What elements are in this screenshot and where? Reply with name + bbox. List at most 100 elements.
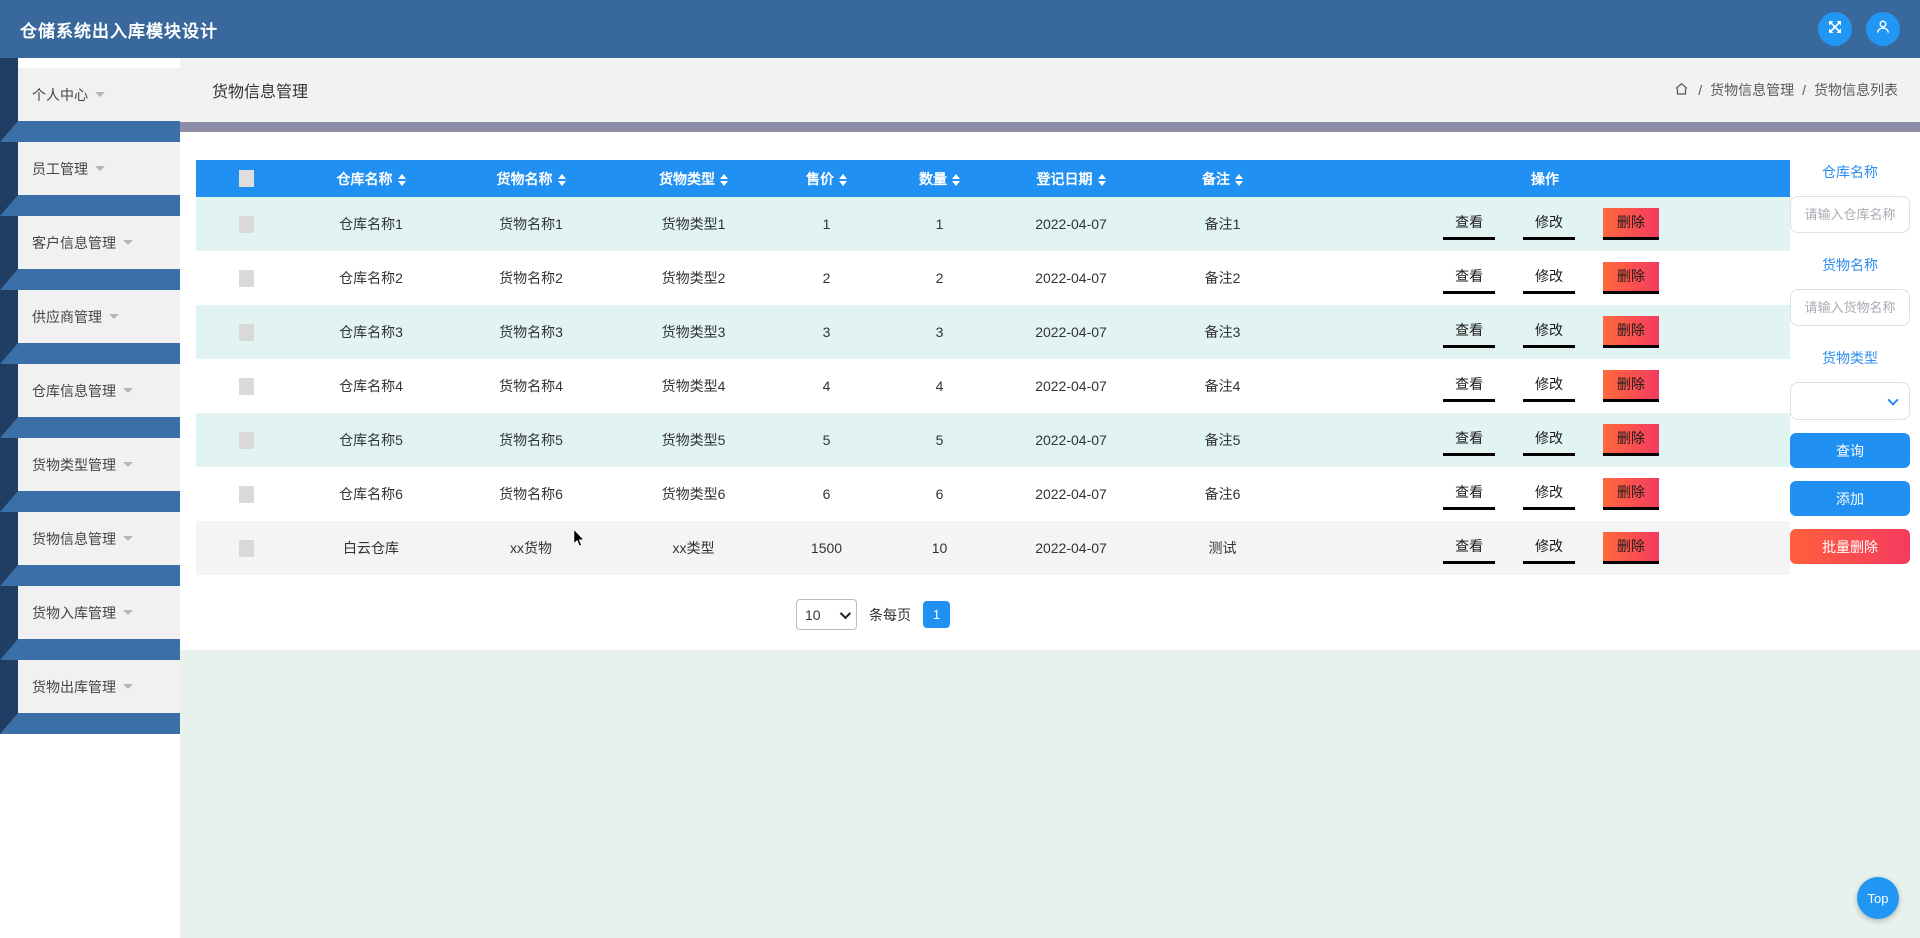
back-to-top-button[interactable]: Top bbox=[1857, 877, 1899, 919]
sidebar-item[interactable]: 货物类型管理 bbox=[18, 438, 180, 491]
delete-button[interactable]: 删除 bbox=[1603, 262, 1659, 294]
edit-button[interactable]: 修改 bbox=[1523, 425, 1575, 456]
edit-button[interactable]: 修改 bbox=[1523, 371, 1575, 402]
cell-date: 2022-04-07 bbox=[997, 413, 1145, 467]
sidebar-item[interactable]: 个人中心 bbox=[18, 68, 180, 121]
sidebar-item[interactable]: 货物信息管理 bbox=[18, 512, 180, 565]
column-header-label: 备注 bbox=[1202, 171, 1230, 187]
chevron-down-icon bbox=[123, 462, 133, 467]
sidebar-divider-band bbox=[0, 195, 180, 216]
table-row[interactable]: 白云仓库 xx货物 xx类型 1500 10 2022-04-07 测试 查看 … bbox=[196, 521, 1790, 575]
cell-date: 2022-04-07 bbox=[997, 467, 1145, 521]
column-header[interactable]: 数量 bbox=[882, 160, 997, 197]
delete-button[interactable]: 删除 bbox=[1603, 316, 1659, 348]
sidebar-item-label: 客户信息管理 bbox=[32, 233, 116, 253]
column-header[interactable]: 售价 bbox=[771, 160, 882, 197]
row-checkbox[interactable] bbox=[239, 486, 254, 503]
table-row[interactable]: 仓库名称6 货物名称6 货物类型6 6 6 2022-04-07 备注6 查看 … bbox=[196, 467, 1790, 521]
view-button[interactable]: 查看 bbox=[1443, 479, 1495, 510]
fullscreen-button[interactable] bbox=[1818, 12, 1852, 46]
home-icon[interactable] bbox=[1673, 81, 1690, 100]
table-row[interactable]: 仓库名称5 货物名称5 货物类型5 5 5 2022-04-07 备注5 查看 … bbox=[196, 413, 1790, 467]
cell-price: 2 bbox=[771, 251, 882, 305]
row-checkbox[interactable] bbox=[239, 216, 254, 233]
column-header[interactable]: 货物名称 bbox=[446, 160, 616, 197]
cell-goods: 货物名称4 bbox=[446, 359, 616, 413]
table-row[interactable]: 仓库名称4 货物名称4 货物类型4 4 4 2022-04-07 备注4 查看 … bbox=[196, 359, 1790, 413]
breadcrumb-separator: / bbox=[1698, 82, 1702, 98]
view-button[interactable]: 查看 bbox=[1443, 317, 1495, 348]
goods-table: 仓库名称 货物名称 货物类型 售价 数量 登记日期 备注 操作 仓库名称1 货物… bbox=[196, 160, 1790, 575]
sidebar-item[interactable]: 货物入库管理 bbox=[18, 586, 180, 639]
sidebar-item[interactable]: 客户信息管理 bbox=[18, 216, 180, 269]
delete-button[interactable]: 删除 bbox=[1603, 424, 1659, 456]
delete-button[interactable]: 删除 bbox=[1603, 532, 1659, 564]
row-checkbox[interactable] bbox=[239, 378, 254, 395]
column-header[interactable]: 备注 bbox=[1145, 160, 1300, 197]
row-checkbox[interactable] bbox=[239, 540, 254, 557]
chevron-down-icon bbox=[1887, 394, 1898, 405]
delete-button[interactable]: 删除 bbox=[1603, 478, 1659, 510]
cell-date: 2022-04-07 bbox=[997, 521, 1145, 575]
sidebar-divider-band bbox=[0, 269, 180, 290]
row-checkbox[interactable] bbox=[239, 324, 254, 341]
chevron-down-icon bbox=[123, 536, 133, 541]
column-header[interactable]: 货物类型 bbox=[616, 160, 771, 197]
view-button[interactable]: 查看 bbox=[1443, 371, 1495, 402]
table-row[interactable]: 仓库名称3 货物名称3 货物类型3 3 3 2022-04-07 备注3 查看 … bbox=[196, 305, 1790, 359]
batch-delete-button[interactable]: 批量删除 bbox=[1790, 529, 1910, 564]
edit-button[interactable]: 修改 bbox=[1523, 479, 1575, 510]
sidebar-item[interactable]: 仓库信息管理 bbox=[18, 364, 180, 417]
row-checkbox[interactable] bbox=[239, 432, 254, 449]
edit-button[interactable]: 修改 bbox=[1523, 533, 1575, 564]
column-header[interactable]: 仓库名称 bbox=[296, 160, 446, 197]
sort-icon[interactable] bbox=[839, 174, 847, 186]
page-number-button[interactable]: 1 bbox=[923, 601, 950, 628]
view-button[interactable]: 查看 bbox=[1443, 263, 1495, 294]
edit-button[interactable]: 修改 bbox=[1523, 317, 1575, 348]
select-all-header[interactable] bbox=[196, 160, 296, 197]
edit-button[interactable]: 修改 bbox=[1523, 263, 1575, 294]
sidebar-item[interactable]: 货物出库管理 bbox=[18, 660, 180, 713]
column-header[interactable]: 操作 bbox=[1300, 160, 1790, 197]
edit-button[interactable]: 修改 bbox=[1523, 209, 1575, 240]
select-all-checkbox[interactable] bbox=[239, 170, 254, 187]
sort-icon[interactable] bbox=[1235, 174, 1243, 186]
breadcrumb-item[interactable]: 货物信息管理 bbox=[1710, 80, 1794, 100]
view-button[interactable]: 查看 bbox=[1443, 209, 1495, 240]
delete-button[interactable]: 删除 bbox=[1603, 208, 1659, 240]
sort-icon[interactable] bbox=[558, 174, 566, 186]
cell-goods: 货物名称2 bbox=[446, 251, 616, 305]
user-button[interactable] bbox=[1866, 12, 1900, 46]
add-button[interactable]: 添加 bbox=[1790, 481, 1910, 516]
delete-button[interactable]: 删除 bbox=[1603, 370, 1659, 402]
sort-icon[interactable] bbox=[952, 174, 960, 186]
sidebar-item-label: 个人中心 bbox=[32, 85, 88, 105]
column-header[interactable]: 登记日期 bbox=[997, 160, 1145, 197]
horizontal-scrollbar[interactable] bbox=[180, 122, 1920, 132]
view-button[interactable]: 查看 bbox=[1443, 425, 1495, 456]
cell-type: 货物类型4 bbox=[616, 359, 771, 413]
cell-type: 货物类型3 bbox=[616, 305, 771, 359]
breadcrumb: / 货物信息管理 / 货物信息列表 bbox=[1673, 80, 1898, 100]
goods-name-input[interactable] bbox=[1790, 289, 1910, 326]
table-row[interactable]: 仓库名称2 货物名称2 货物类型2 2 2 2022-04-07 备注2 查看 … bbox=[196, 251, 1790, 305]
goods-type-select[interactable] bbox=[1790, 382, 1910, 420]
row-checkbox[interactable] bbox=[239, 270, 254, 287]
cell-goods: 货物名称1 bbox=[446, 197, 616, 251]
sort-icon[interactable] bbox=[398, 174, 406, 186]
cell-note: 备注5 bbox=[1145, 413, 1300, 467]
view-button[interactable]: 查看 bbox=[1443, 533, 1495, 564]
sidebar-item[interactable]: 供应商管理 bbox=[18, 290, 180, 343]
cell-qty: 5 bbox=[882, 413, 997, 467]
sort-icon[interactable] bbox=[1098, 174, 1106, 186]
cell-note: 备注2 bbox=[1145, 251, 1300, 305]
search-button[interactable]: 查询 bbox=[1790, 433, 1910, 468]
sort-icon[interactable] bbox=[720, 174, 728, 186]
sidebar-item[interactable]: 员工管理 bbox=[18, 142, 180, 195]
page-size-select[interactable]: 10 bbox=[796, 599, 857, 630]
cell-goods: 货物名称6 bbox=[446, 467, 616, 521]
table-row[interactable]: 仓库名称1 货物名称1 货物类型1 1 1 2022-04-07 备注1 查看 … bbox=[196, 197, 1790, 251]
cell-qty: 4 bbox=[882, 359, 997, 413]
warehouse-name-input[interactable] bbox=[1790, 196, 1910, 233]
